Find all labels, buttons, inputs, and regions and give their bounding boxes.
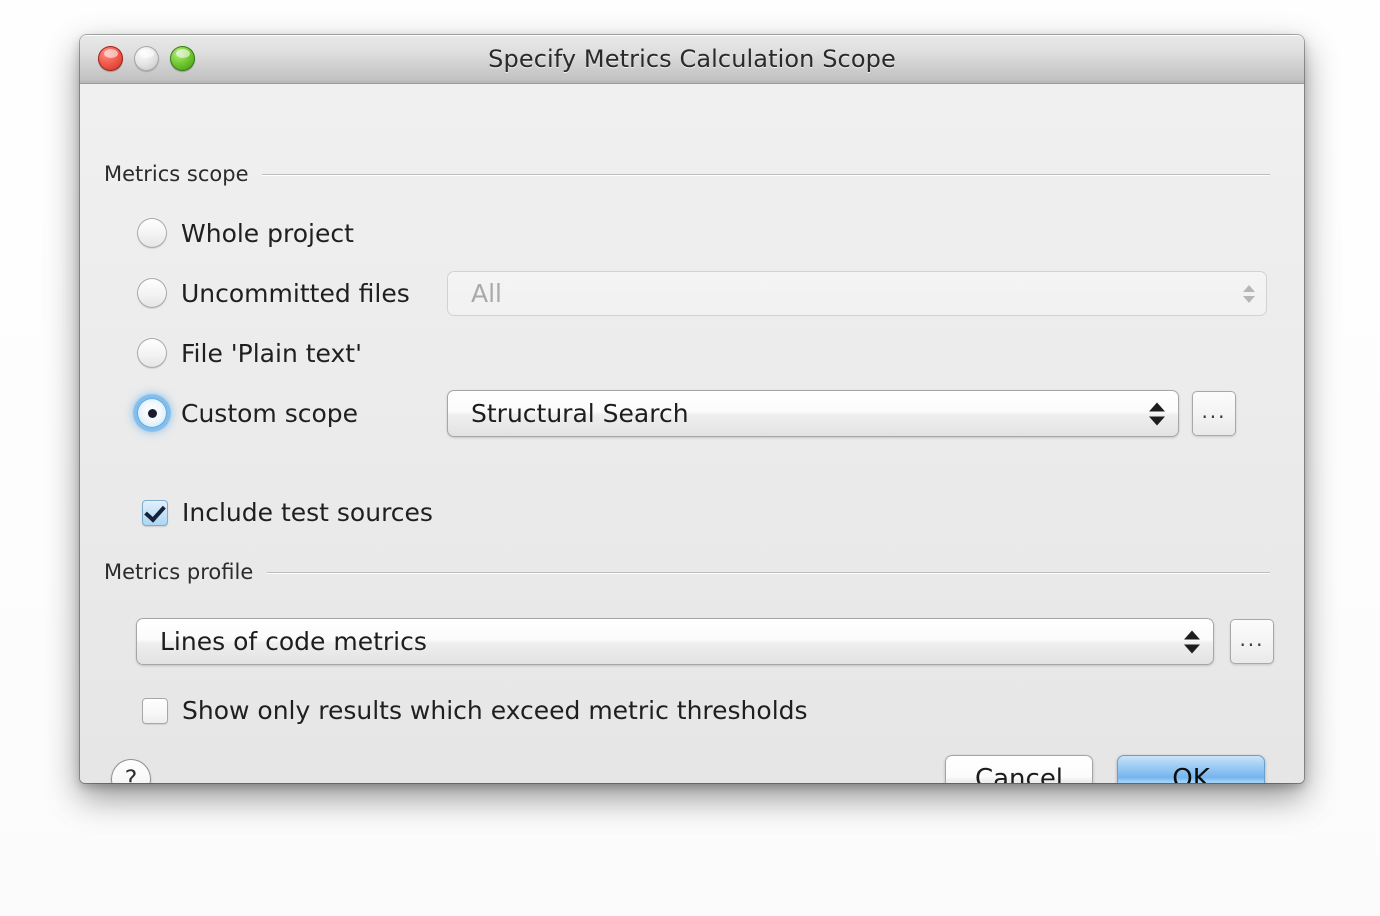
chevron-down-icon (1184, 644, 1200, 653)
uncommitted-scope-combo-stepper-icon (1243, 284, 1255, 303)
radio-uncommitted-files[interactable]: Uncommitted files (137, 278, 410, 308)
chevron-up-icon (1149, 402, 1165, 411)
radio-file-plain-text-indicator[interactable] (137, 338, 167, 368)
dialog-window: Specify Metrics Calculation Scope Metric… (80, 35, 1304, 783)
exceed-thresholds-label: Show only results which exceed metric th… (182, 696, 808, 725)
exceed-thresholds-checkbox[interactable] (142, 697, 168, 724)
title-bar[interactable]: Specify Metrics Calculation Scope (80, 35, 1304, 84)
radio-custom-scope-label: Custom scope (181, 398, 359, 428)
radio-whole-project-label: Whole project (181, 218, 354, 248)
uncommitted-scope-combo-value: All (471, 279, 502, 308)
radio-custom-scope-indicator[interactable] (137, 398, 167, 428)
custom-scope-combo[interactable]: Structural Search (447, 390, 1179, 437)
help-button[interactable]: ? (111, 759, 151, 783)
ok-button[interactable]: OK (1117, 755, 1265, 783)
metrics-profile-combo[interactable]: Lines of code metrics (136, 618, 1214, 665)
radio-uncommitted-files-label: Uncommitted files (181, 278, 410, 308)
custom-scope-combo-value: Structural Search (471, 399, 689, 428)
include-test-sources-checkbox[interactable] (142, 499, 168, 526)
chevron-down-icon (1243, 295, 1255, 303)
radio-uncommitted-files-indicator[interactable] (137, 278, 167, 308)
radio-whole-project-indicator[interactable] (137, 218, 167, 248)
chevron-up-icon (1184, 630, 1200, 639)
metrics-profile-group-label: Metrics profile (104, 560, 254, 584)
exceed-thresholds-row[interactable]: Show only results which exceed metric th… (142, 696, 808, 725)
include-test-sources-label: Include test sources (182, 498, 433, 527)
chevron-down-icon (1149, 416, 1165, 425)
radio-file-plain-text[interactable]: File 'Plain text' (137, 338, 362, 368)
screen: Specify Metrics Calculation Scope Metric… (0, 0, 1380, 916)
metrics-profile-combo-stepper-icon[interactable] (1184, 630, 1200, 653)
radio-whole-project[interactable]: Whole project (137, 218, 354, 248)
custom-scope-combo-stepper-icon[interactable] (1149, 402, 1165, 425)
metrics-scope-separator (262, 174, 1270, 176)
cancel-button[interactable]: Cancel (945, 755, 1093, 783)
radio-file-plain-text-label: File 'Plain text' (181, 338, 362, 368)
chevron-up-icon (1243, 284, 1255, 292)
metrics-profile-browse-button[interactable]: ... (1230, 619, 1274, 664)
include-test-sources-row[interactable]: Include test sources (142, 498, 433, 527)
uncommitted-scope-combo: All (447, 271, 1267, 316)
custom-scope-browse-button[interactable]: ... (1192, 391, 1236, 436)
dialog-content: Metrics scope Whole project Uncommitted … (80, 84, 1304, 783)
metrics-scope-group-label: Metrics scope (104, 162, 249, 186)
radio-custom-scope[interactable]: Custom scope (137, 398, 358, 428)
metrics-profile-separator (267, 572, 1270, 574)
metrics-profile-combo-value: Lines of code metrics (160, 627, 427, 656)
window-title: Specify Metrics Calculation Scope (488, 45, 896, 73)
